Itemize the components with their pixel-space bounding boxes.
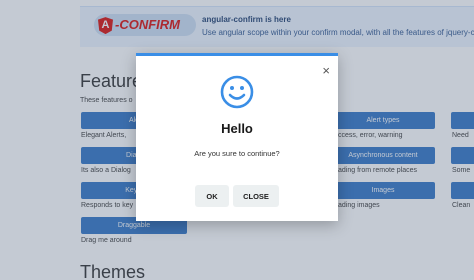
smile-icon: [220, 75, 254, 109]
confirm-dialog: × Hello Are you sure to continue? OK CLO…: [136, 53, 338, 221]
dialog-title: Hello: [221, 121, 253, 136]
close-icon[interactable]: ×: [322, 64, 330, 77]
page: A -CONFIRM angular-confirm is here Use an…: [0, 0, 474, 280]
ok-button[interactable]: OK: [195, 185, 229, 207]
close-button[interactable]: CLOSE: [233, 185, 279, 207]
dialog-message: Are you sure to continue?: [194, 149, 280, 158]
